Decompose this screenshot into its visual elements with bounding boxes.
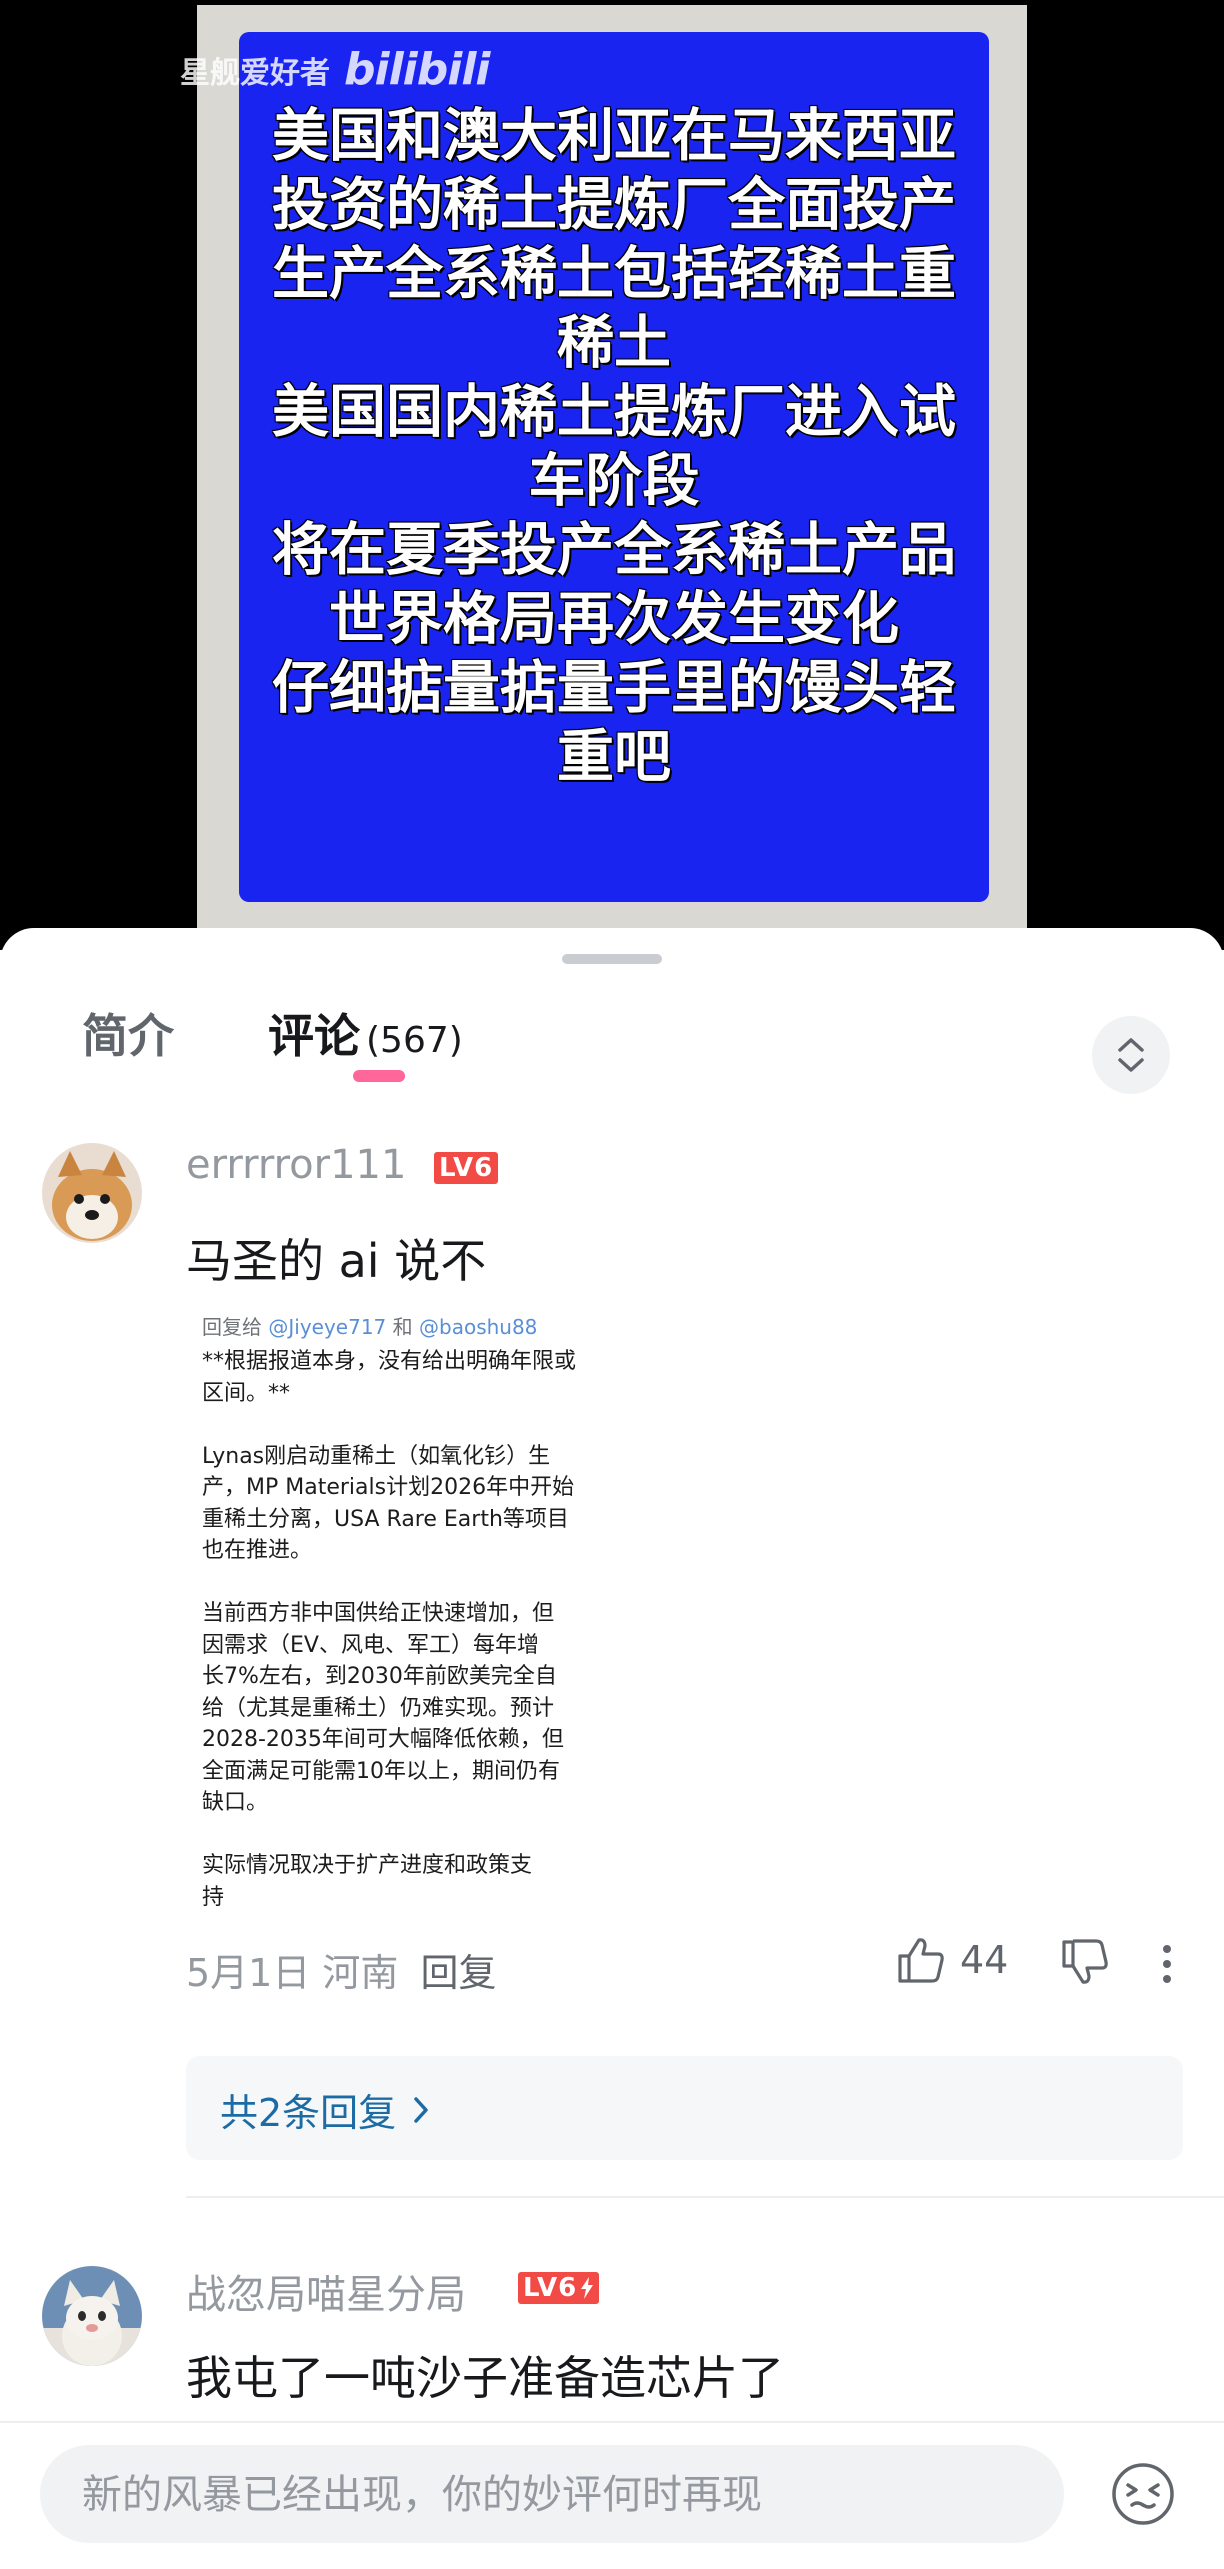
thumbs-down-icon[interactable] [1060, 1938, 1110, 1986]
more-icon[interactable] [1160, 1944, 1174, 1984]
comment-input-bar [0, 2421, 1224, 2569]
comment-meta: 5月1日 河南 回复 [186, 1942, 496, 1997]
tab-intro[interactable]: 简介 [82, 1000, 174, 1066]
comment-date-location: 5月1日 河南 [186, 1951, 399, 1995]
avatar[interactable] [42, 2266, 142, 2366]
drag-handle[interactable] [562, 954, 662, 964]
tab-bar: 简介 评论 (567) [0, 978, 1224, 1094]
comment-input[interactable] [80, 2445, 1044, 2545]
quote-mention-join: 和 [386, 1315, 419, 1339]
emoji-icon[interactable] [1110, 2461, 1176, 2527]
quote-reply-prefix: 回复给 [202, 1315, 269, 1339]
replies-expander[interactable]: 共2条回复 [186, 2056, 1183, 2160]
quote-header: 回复给 @Jiyeye717 和 @baoshu88 [202, 1311, 626, 1340]
quote-mention-1: @Jiyeye717 [268, 1315, 387, 1339]
video-slide: 美国和澳大利亚在马来西亚 投资的稀土提炼厂全面投产 生产全系稀土包括轻稀土重 稀… [239, 32, 989, 902]
level-badge: LV6 [434, 1152, 499, 1184]
watermark-channel: 星舰爱好者 [180, 55, 330, 91]
avatar[interactable] [42, 1143, 142, 1243]
slide-text: 美国和澳大利亚在马来西亚 投资的稀土提炼厂全面投产 生产全系稀土包括轻稀土重 稀… [272, 103, 956, 790]
quote-body: **根据报道本身，没有给出明确年限或 区间。** Lynas刚启动重稀土（如氧化… [202, 1349, 577, 1907]
like-count: 44 [960, 1938, 1009, 1982]
watermark: 星舰爱好者 bilibili [180, 44, 490, 95]
comment-username[interactable]: errrrror111 [186, 1142, 406, 1188]
lightning-icon [581, 2277, 594, 2299]
chevron-right-icon [414, 2096, 428, 2123]
cat-avatar-icon [42, 2266, 142, 2366]
tab-comments-count: (567) [366, 1020, 463, 1061]
replies-link-label: 共2条回复 [220, 2091, 397, 2135]
shiba-avatar-icon [42, 1143, 142, 1243]
quote-mention-2: @baoshu88 [419, 1315, 538, 1339]
replies-link[interactable]: 共2条回复 [220, 2082, 430, 2137]
level-badge: LV6 [518, 2272, 600, 2304]
bilibili-logo: bilibili [344, 44, 490, 95]
comment-text: 马圣的 ai 说不 [186, 1234, 487, 1288]
comment-input-pill[interactable] [40, 2445, 1064, 2545]
comment-text: 我屯了一吨沙子准备造芯片了 [186, 2351, 784, 2405]
thumbs-up-icon [898, 1938, 944, 1983]
expand-button[interactable] [1092, 1016, 1170, 1094]
video-player[interactable]: 美国和澳大利亚在马来西亚 投资的稀土提炼厂全面投产 生产全系稀土包括轻稀土重 稀… [0, 0, 1224, 950]
level-badge-text: LV6 [523, 2273, 578, 2303]
tab-comments[interactable]: 评论 (567) [268, 1000, 463, 1066]
tab-indicator [353, 1070, 405, 1082]
reply-button[interactable]: 回复 [420, 1951, 496, 1995]
chevron-up-down-icon [1118, 1038, 1144, 1072]
comment-image[interactable]: 回复给 @Jiyeye717 和 @baoshu88 **根据报道本身，没有给出… [186, 1297, 626, 1907]
like-button[interactable]: 44 [896, 1936, 1008, 1984]
tab-comments-label: 评论 [268, 1009, 360, 1063]
comment-username[interactable]: 战忽局喵星分局 [186, 2262, 466, 2320]
divider [186, 2196, 1224, 2198]
